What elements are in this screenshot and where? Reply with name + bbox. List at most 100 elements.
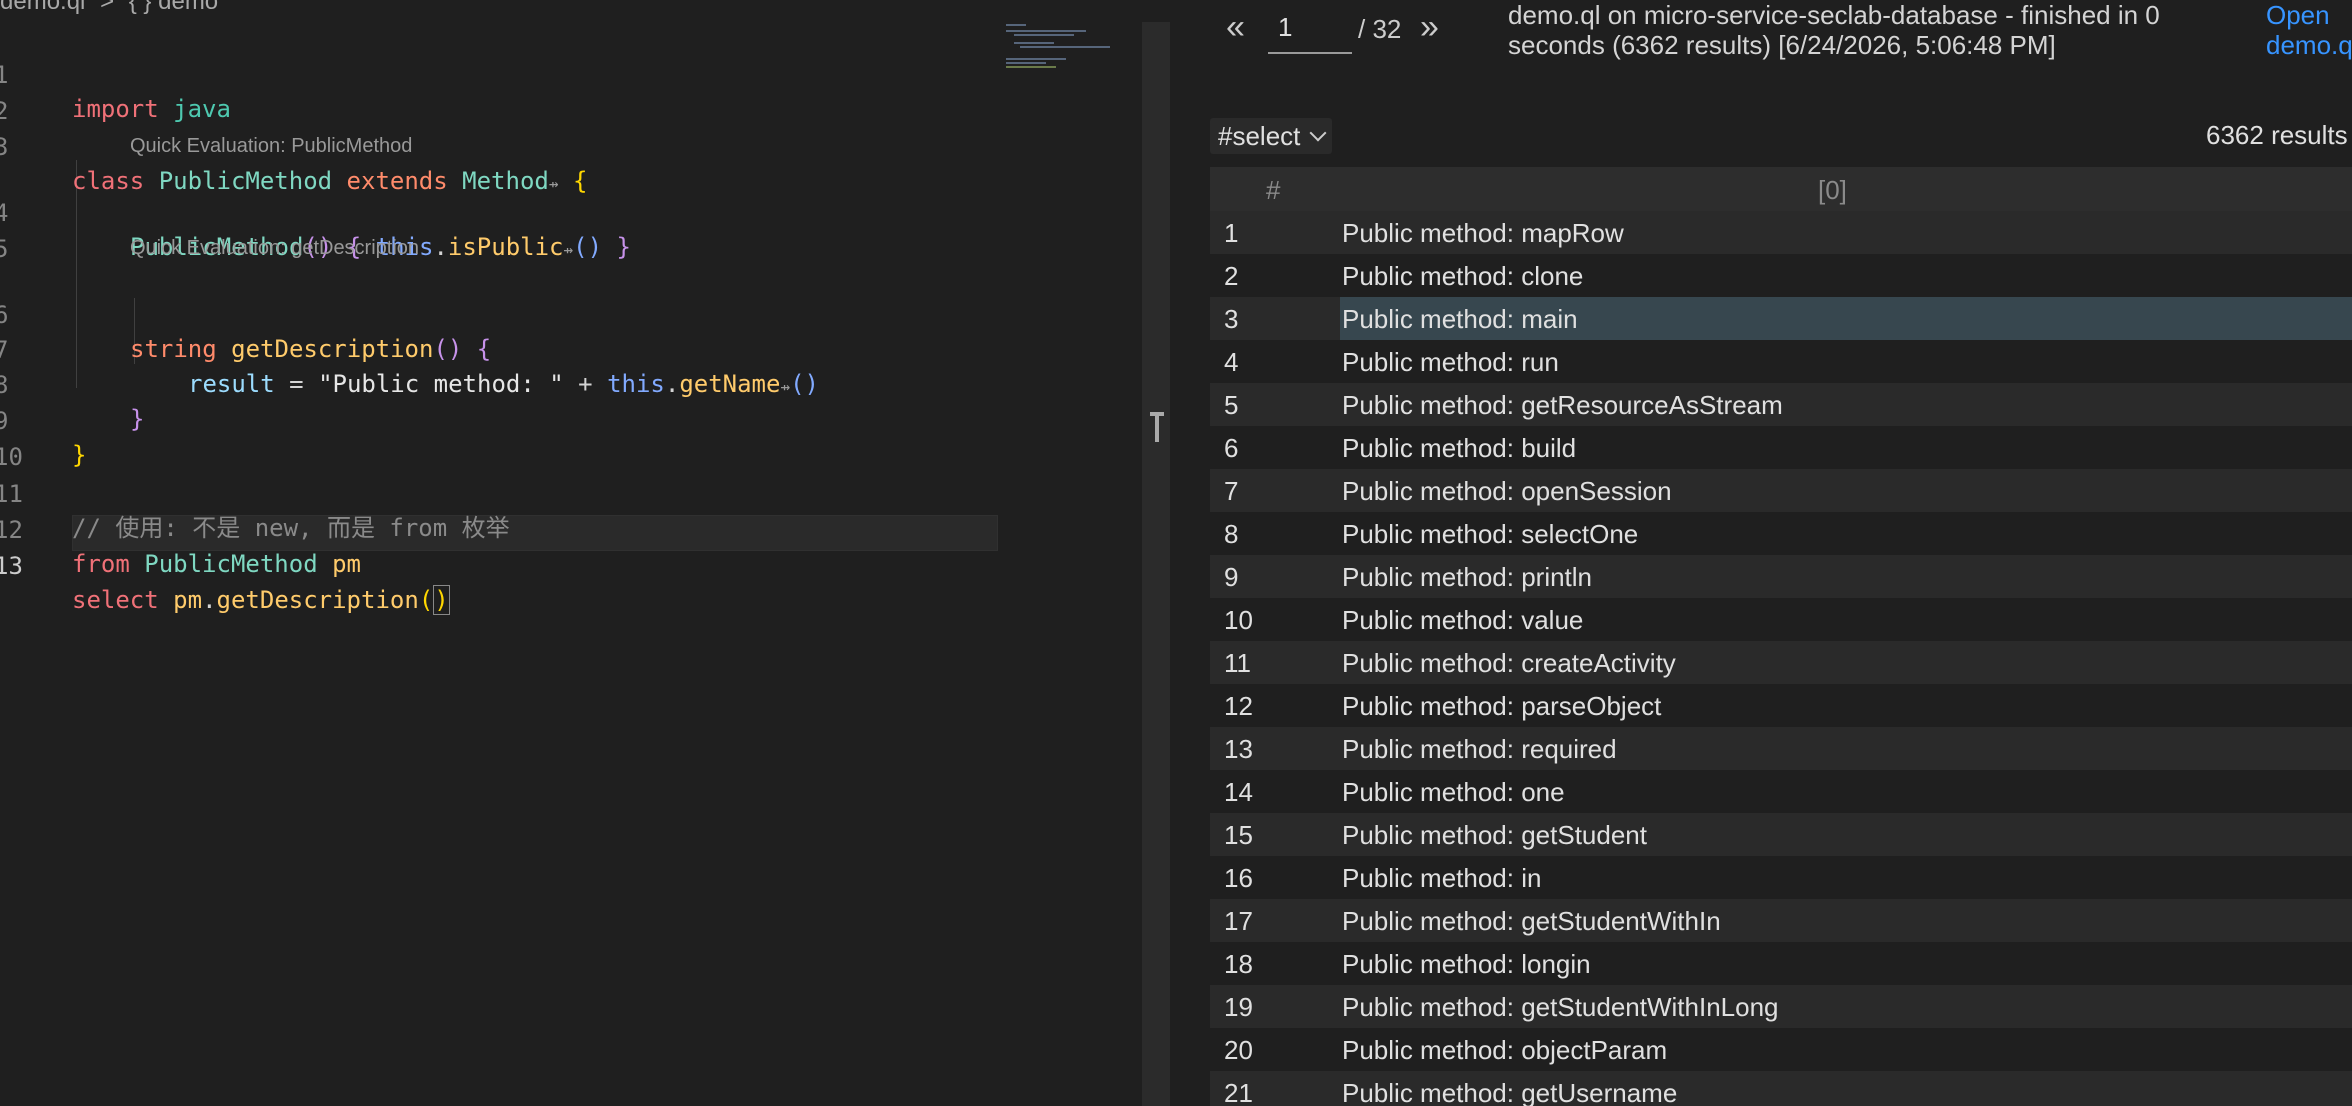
link-arrow-icon: ⇸ bbox=[563, 240, 574, 259]
result-set-dropdown[interactable]: #select bbox=[1210, 118, 1333, 154]
table-row[interactable]: 1 Public method: mapRow bbox=[1210, 211, 2352, 254]
result-value-cell[interactable]: Public method: clone bbox=[1342, 261, 1583, 292]
row-index-cell: 2 bbox=[1224, 261, 1239, 291]
result-value-cell[interactable]: Public method: getResourceAsStream bbox=[1342, 390, 1783, 421]
codelens-quick-evaluation[interactable]: Quick Evaluation: PublicMethod bbox=[130, 135, 412, 158]
code-line[interactable]: 9 } bbox=[0, 370, 1000, 469]
table-row[interactable]: 8 Public method: selectOne bbox=[1210, 512, 2352, 555]
open-link-file[interactable]: demo.q bbox=[2266, 30, 2352, 60]
code-line[interactable]: 6 string getDescription() { bbox=[0, 264, 1000, 363]
row-index-cell: 18 bbox=[1224, 949, 1253, 979]
query-results-panel: « 1 / 32 » demo.ql on micro-service-secl… bbox=[1170, 0, 2352, 1106]
row-index-cell: 1 bbox=[1224, 218, 1239, 248]
column-header-0[interactable]: [0] bbox=[1818, 175, 1847, 206]
split-sash-handle[interactable] bbox=[1150, 412, 1164, 442]
table-row[interactable]: 5 Public method: getResourceAsStream bbox=[1210, 383, 2352, 426]
breadcrumb[interactable]: demo.ql > { } demo bbox=[0, 0, 226, 16]
code-line[interactable]: 4 PublicMethod() { this.isPublic⇸() } bbox=[0, 162, 1000, 261]
variable: pm bbox=[173, 586, 203, 614]
table-header: # [0] bbox=[1210, 167, 2352, 211]
result-value-cell[interactable]: Public method: one bbox=[1342, 777, 1565, 808]
row-index-cell: 11 bbox=[1224, 648, 1251, 678]
row-index-cell: 19 bbox=[1224, 992, 1253, 1022]
code-line[interactable]: 8 } bbox=[0, 334, 1000, 433]
row-index-cell: 21 bbox=[1224, 1078, 1253, 1106]
row-index-cell: 16 bbox=[1224, 863, 1253, 893]
minimap[interactable] bbox=[1004, 22, 1114, 82]
code-line[interactable]: 2 bbox=[0, 60, 1000, 125]
table-row[interactable]: 9 Public method: println bbox=[1210, 555, 2352, 598]
results-table: # [0] 1 Public method: mapRow 2 Public meth… bbox=[1210, 167, 2352, 1106]
code-line[interactable]: 1 import java bbox=[0, 24, 1000, 123]
result-value-cell[interactable]: Public method: getStudentWithIn bbox=[1342, 906, 1721, 937]
result-value-cell[interactable]: Public method: in bbox=[1342, 863, 1541, 894]
code-line[interactable]: 10 bbox=[0, 406, 1000, 471]
table-row[interactable]: 6 Public method: build bbox=[1210, 426, 2352, 469]
table-row[interactable]: 11 Public method: createActivity bbox=[1210, 641, 2352, 684]
table-row[interactable]: 16 Public method: in bbox=[1210, 856, 2352, 899]
result-value-cell[interactable]: Public method: mapRow bbox=[1342, 218, 1624, 249]
row-index-cell: 15 bbox=[1224, 820, 1253, 850]
breadcrumb-file[interactable]: demo.ql bbox=[0, 0, 85, 15]
row-index-cell: 20 bbox=[1224, 1035, 1253, 1065]
row-index-cell: 5 bbox=[1224, 390, 1239, 420]
page-number-input[interactable]: 1 bbox=[1268, 8, 1352, 54]
result-value-cell[interactable]: Public method: main bbox=[1342, 304, 1578, 335]
table-row[interactable]: 12 Public method: parseObject bbox=[1210, 684, 2352, 727]
row-index-cell: 3 bbox=[1224, 304, 1239, 334]
result-value-cell[interactable]: Public method: println bbox=[1342, 562, 1592, 593]
open-query-link[interactable]: Open demo.q bbox=[2266, 0, 2352, 60]
result-value-cell[interactable]: Public method: createActivity bbox=[1342, 648, 1676, 679]
code-line[interactable]: 11 // 使用: 不是 new, 而是 from 枚举 bbox=[0, 443, 1000, 542]
breadcrumb-symbol[interactable]: { } demo bbox=[129, 0, 218, 15]
row-index-cell: 12 bbox=[1224, 691, 1253, 721]
table-row[interactable]: 14 Public method: one bbox=[1210, 770, 2352, 813]
result-value-cell[interactable]: Public method: getStudent bbox=[1342, 820, 1647, 851]
result-value-cell[interactable]: Public method: build bbox=[1342, 433, 1576, 464]
row-index-cell: 9 bbox=[1224, 562, 1239, 592]
code-line[interactable]: 7 result = "Public method: " + this.getN… bbox=[0, 299, 1000, 398]
result-value-cell[interactable]: Public method: run bbox=[1342, 347, 1559, 378]
method-name: isPublic bbox=[447, 233, 564, 261]
result-count: 6362 results bbox=[2206, 120, 2348, 150]
table-row[interactable]: 7 Public method: openSession bbox=[1210, 469, 2352, 512]
result-value-cell[interactable]: Public method: required bbox=[1342, 734, 1617, 765]
table-row[interactable]: 3 Public method: main bbox=[1210, 297, 2352, 340]
table-row[interactable]: 21 Public method: getUsername bbox=[1210, 1071, 2352, 1106]
table-row[interactable]: 13 Public method: required bbox=[1210, 727, 2352, 770]
code-line[interactable]: 12 from PublicMethod pm bbox=[0, 479, 1000, 578]
result-value-cell[interactable]: Public method: selectOne bbox=[1342, 519, 1638, 550]
result-value-cell[interactable]: Public method: getUsername bbox=[1342, 1078, 1677, 1106]
open-link-label[interactable]: Open bbox=[2266, 0, 2352, 30]
table-row[interactable]: 17 Public method: getStudentWithIn bbox=[1210, 899, 2352, 942]
result-value-cell[interactable]: Public method: getStudentWithInLong bbox=[1342, 992, 1779, 1023]
breadcrumb-separator: > bbox=[100, 0, 115, 15]
row-index-cell: 14 bbox=[1224, 777, 1253, 807]
table-row[interactable]: 10 Public method: value bbox=[1210, 598, 2352, 641]
row-index-cell: 10 bbox=[1224, 605, 1253, 635]
next-page-button[interactable]: » bbox=[1420, 8, 1439, 47]
row-index-cell: 8 bbox=[1224, 519, 1239, 549]
chevron-down-icon bbox=[1309, 124, 1327, 142]
code-line[interactable]: 5 bbox=[0, 198, 1000, 263]
result-value-cell[interactable]: Public method: parseObject bbox=[1342, 691, 1661, 722]
result-value-cell[interactable]: Public method: value bbox=[1342, 605, 1583, 636]
code-line[interactable]: 3 class PublicMethod extends Method⇸ { bbox=[0, 96, 1000, 195]
row-index-cell: 13 bbox=[1224, 734, 1253, 764]
table-row[interactable]: 2 Public method: clone bbox=[1210, 254, 2352, 297]
result-value-cell[interactable]: Public method: objectParam bbox=[1342, 1035, 1667, 1066]
code-editor[interactable]: demo.ql > { } demo 1 import java 2 3 cla… bbox=[0, 0, 1142, 1106]
table-row[interactable]: 20 Public method: objectParam bbox=[1210, 1028, 2352, 1071]
code-line-current[interactable]: 13 select pm.getDescription() bbox=[0, 515, 1000, 615]
table-row[interactable]: 19 Public method: getStudentWithInLong bbox=[1210, 985, 2352, 1028]
table-row[interactable]: 15 Public method: getStudent bbox=[1210, 813, 2352, 856]
table-row[interactable]: 4 Public method: run bbox=[1210, 340, 2352, 383]
editor-scrollbar[interactable] bbox=[1142, 22, 1170, 1106]
column-header-index[interactable]: # bbox=[1266, 175, 1280, 206]
result-value-cell[interactable]: Public method: longin bbox=[1342, 949, 1591, 980]
result-value-cell[interactable]: Public method: openSession bbox=[1342, 476, 1672, 507]
table-row[interactable]: 18 Public method: longin bbox=[1210, 942, 2352, 985]
query-run-info: demo.ql on micro-service-seclab-database… bbox=[1508, 0, 2160, 60]
codelens-quick-evaluation[interactable]: Quick Evaluation: getDescription bbox=[130, 237, 419, 260]
previous-page-button[interactable]: « bbox=[1226, 8, 1245, 47]
